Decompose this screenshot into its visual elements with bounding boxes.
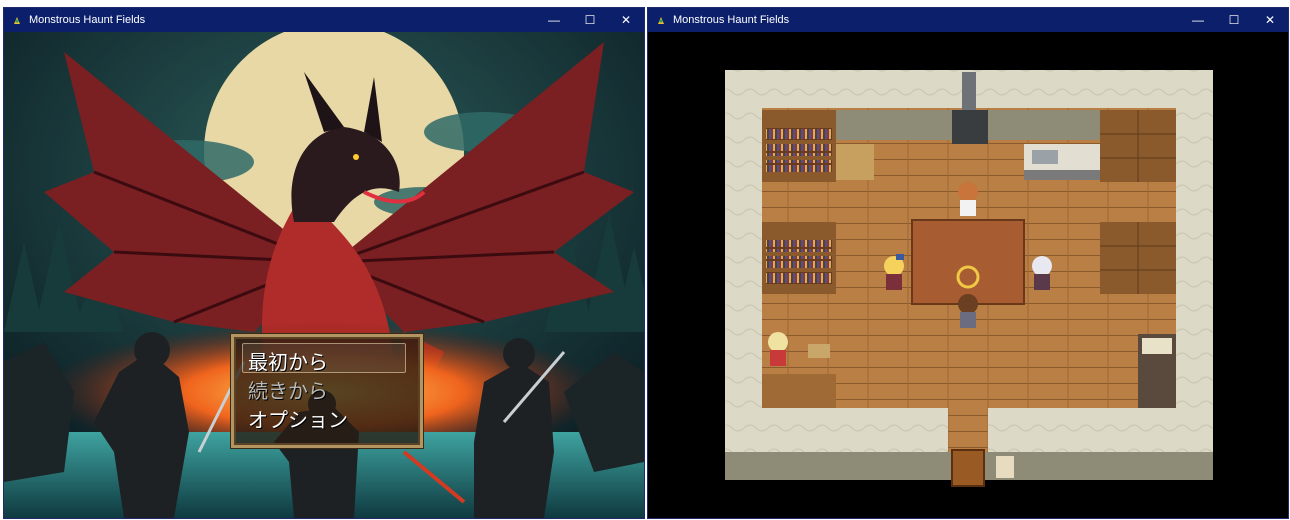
window-title: Monstrous Haunt Fields (29, 14, 146, 26)
window-titlebar[interactable]: Monstrous Haunt Fields — ☐ ✕ (648, 8, 1288, 32)
window-titlebar[interactable]: Monstrous Haunt Fields — ☐ ✕ (4, 8, 644, 32)
close-button[interactable]: ✕ (608, 8, 644, 32)
title-screen-window: Monstrous Haunt Fields — ☐ ✕ 最初から 続きから オ… (4, 8, 644, 518)
maximize-button[interactable]: ☐ (572, 8, 608, 32)
game-map-window: Monstrous Haunt Fields — ☐ ✕ (648, 8, 1288, 518)
character-white-hair (1032, 256, 1052, 290)
character-orange-hair (958, 182, 978, 216)
app-icon (14, 16, 20, 24)
chimney (962, 72, 976, 110)
window-title: Monstrous Haunt Fields (673, 14, 790, 26)
character-blonde-blue-bow (884, 254, 904, 290)
game-canvas[interactable] (648, 32, 1288, 518)
minimize-button[interactable]: — (536, 8, 572, 32)
game-canvas[interactable]: 最初から 続きから オプション (4, 22, 644, 518)
front-door (951, 449, 985, 487)
app-icon (658, 16, 664, 24)
title-command-window: 最初から 続きから オプション (231, 334, 423, 448)
small-chair (808, 344, 830, 358)
stove (952, 110, 988, 144)
maximize-button[interactable]: ☐ (1216, 8, 1252, 32)
menu-item-new-game[interactable]: 最初から (248, 346, 328, 375)
close-button[interactable]: ✕ (1252, 8, 1288, 32)
notice-paper (996, 456, 1014, 478)
house-map (648, 32, 1288, 518)
character-blonde-red (768, 332, 788, 366)
player-character (958, 294, 978, 328)
menu-item-continue[interactable]: 続きから (248, 375, 328, 404)
bed (1138, 334, 1176, 408)
kitchen-counter (1024, 144, 1100, 180)
cabinet (836, 144, 874, 180)
minimize-button[interactable]: — (1180, 8, 1216, 32)
desk (762, 374, 836, 408)
dining-table (911, 219, 1025, 305)
menu-item-options[interactable]: オプション (248, 404, 348, 433)
